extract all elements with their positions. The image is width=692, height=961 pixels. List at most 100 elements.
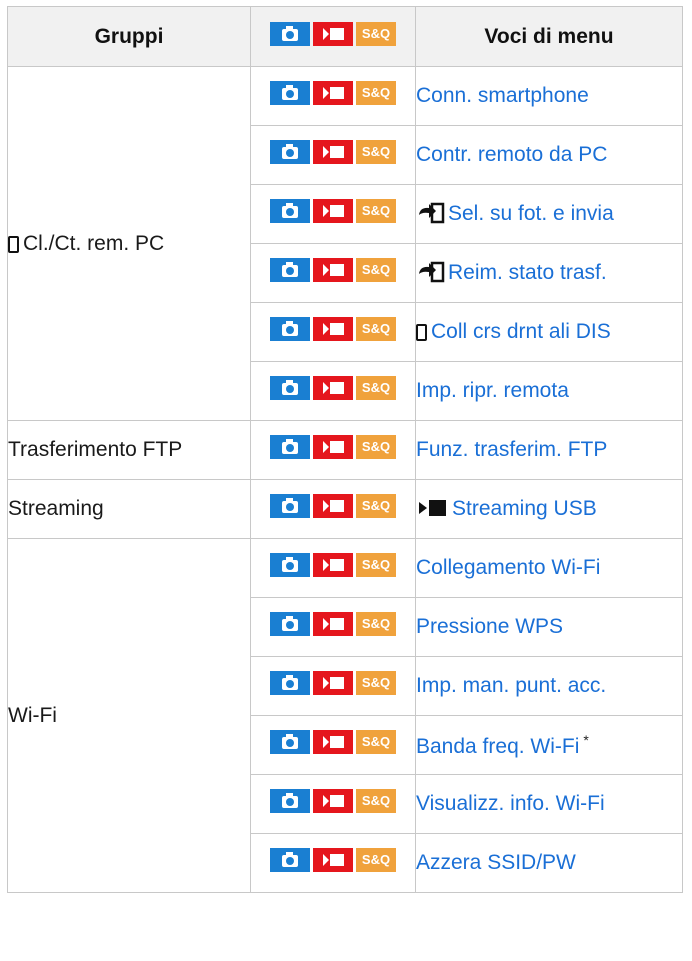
table-row: Wi-Fi S&Q Collegamento Wi-Fi [7,538,683,893]
mode-icons: S&Q [270,612,396,636]
movie-mode-icon [313,553,353,577]
menu-item-link[interactable]: Funz. trasferim. FTP [416,438,607,461]
movie-mode-icon [313,789,353,813]
menu-item-link[interactable]: Collegamento Wi-Fi [416,556,600,579]
photo-mode-icon [270,81,310,105]
movie-mode-icon [313,21,353,46]
sq-mode-icon: S&Q [356,140,396,164]
menu-item-cell: Contr. remoto da PC [415,125,683,185]
menu-item-cell: Imp. man. punt. acc. [415,656,683,716]
menu-item-cell: Visualizz. info. Wi-Fi [415,774,683,834]
sq-mode-icon: S&Q [356,730,396,754]
footnote-marker: * [583,731,589,748]
mode-icons: S&Q [270,317,396,341]
menu-item-link[interactable]: Streaming USB [452,497,597,520]
group-label: Wi-Fi [8,703,57,727]
sq-mode-icon: S&Q [356,317,396,341]
photo-mode-icon [270,376,310,400]
sq-mode-icon: S&Q [356,258,396,282]
mode-icons: S&Q [270,435,396,459]
mode-icons-cell: S&Q [250,479,416,539]
group-cell: Wi-Fi [7,538,251,893]
movie-mode-icon [313,435,353,459]
smartphone-icon [416,324,427,341]
menu-item-cell: Coll crs drnt ali DIS [415,302,683,362]
mode-icons-cell: S&Q [250,774,416,834]
mode-icons: S&Q [270,730,396,754]
mode-icons-cell: S&Q [250,715,416,775]
header-row: Gruppi S&Q Voci di menu [7,6,683,67]
sq-mode-icon: S&Q [356,81,396,105]
mode-icons-cell: S&Q [250,656,416,716]
menu-item-link[interactable]: Reim. stato trasf. [448,261,607,284]
mode-icons: S&Q [270,81,396,105]
sq-mode-icon: S&Q [356,671,396,695]
movie-mode-icon [313,494,353,518]
photo-mode-icon [270,671,310,695]
photo-mode-icon [270,140,310,164]
movie-mode-icon [313,848,353,872]
sq-mode-icon: S&Q [356,848,396,872]
sq-mode-icon: S&Q [356,21,396,46]
mode-icons-cell: S&Q [250,66,416,126]
send-icon [419,261,445,283]
photo-mode-icon [270,553,310,577]
photo-mode-icon [270,258,310,282]
menu-table: Gruppi S&Q Voci di menu Cl./Ct. rem. PC … [7,6,683,893]
sq-mode-icon: S&Q [356,199,396,223]
sq-mode-icon: S&Q [356,553,396,577]
menu-item-link[interactable]: Visualizz. info. Wi-Fi [416,792,605,815]
mode-icons-cell: S&Q [250,184,416,244]
menu-item-cell: Azzera SSID/PW [415,833,683,893]
sq-mode-icon: S&Q [356,435,396,459]
photo-mode-icon [270,612,310,636]
menu-item-link[interactable]: Coll crs drnt ali DIS [431,320,611,343]
menu-item-cell: Imp. ripr. remota [415,361,683,421]
mode-icons: S&Q [270,848,396,872]
photo-mode-icon [270,494,310,518]
mode-icons: S&Q [270,376,396,400]
group-label: Streaming [8,497,104,520]
menu-item-link[interactable]: Banda freq. Wi-Fi [416,735,579,758]
menu-item-link[interactable]: Contr. remoto da PC [416,143,607,166]
sq-mode-icon: S&Q [356,494,396,518]
mode-icons-cell: S&Q [250,125,416,185]
table-row: Streaming S&Q Streaming USB [7,479,683,539]
mode-icons-cell: S&Q [250,597,416,657]
menu-item-link[interactable]: Imp. ripr. remota [416,379,569,402]
header-modes: S&Q [250,6,416,67]
movie-mode-icon [313,671,353,695]
menu-item-cell: Streaming USB [415,479,683,539]
send-icon [419,202,445,224]
menu-item-link[interactable]: Conn. smartphone [416,84,589,107]
mode-icons-cell: S&Q [250,420,416,480]
menu-item-cell: Collegamento Wi-Fi [415,538,683,598]
group-cell: Trasferimento FTP [7,420,251,480]
photo-mode-icon [270,317,310,341]
sq-mode-icon: S&Q [356,376,396,400]
menu-item-link[interactable]: Sel. su fot. e invia [448,202,614,225]
group-label: Trasferimento FTP [8,438,183,461]
mode-icons-cell: S&Q [250,361,416,421]
menu-item-link[interactable]: Imp. man. punt. acc. [416,674,606,697]
movie-mode-icon [313,140,353,164]
movie-mode-icon [313,730,353,754]
photo-mode-icon [270,789,310,813]
photo-mode-icon [270,435,310,459]
menu-item-cell: Conn. smartphone [415,66,683,126]
photo-mode-icon [270,21,310,46]
menu-item-cell: Banda freq. Wi-Fi * [415,715,683,775]
menu-item-cell: Funz. trasferim. FTP [415,420,683,480]
photo-mode-icon [270,730,310,754]
mode-icons: S&Q [270,21,396,46]
menu-item-link[interactable]: Azzera SSID/PW [416,851,576,874]
group-cell: Streaming [7,479,251,539]
mode-icons: S&Q [270,789,396,813]
group-label: Cl./Ct. rem. PC [23,231,165,255]
sq-mode-icon: S&Q [356,789,396,813]
table-row: Trasferimento FTP S&Q Funz. trasferim. F… [7,420,683,480]
header-groups: Gruppi [7,6,251,67]
table-row: Cl./Ct. rem. PC S&Q Conn. smartphone [7,66,683,421]
movie-stream-icon [419,500,446,516]
menu-item-link[interactable]: Pressione WPS [416,615,563,638]
